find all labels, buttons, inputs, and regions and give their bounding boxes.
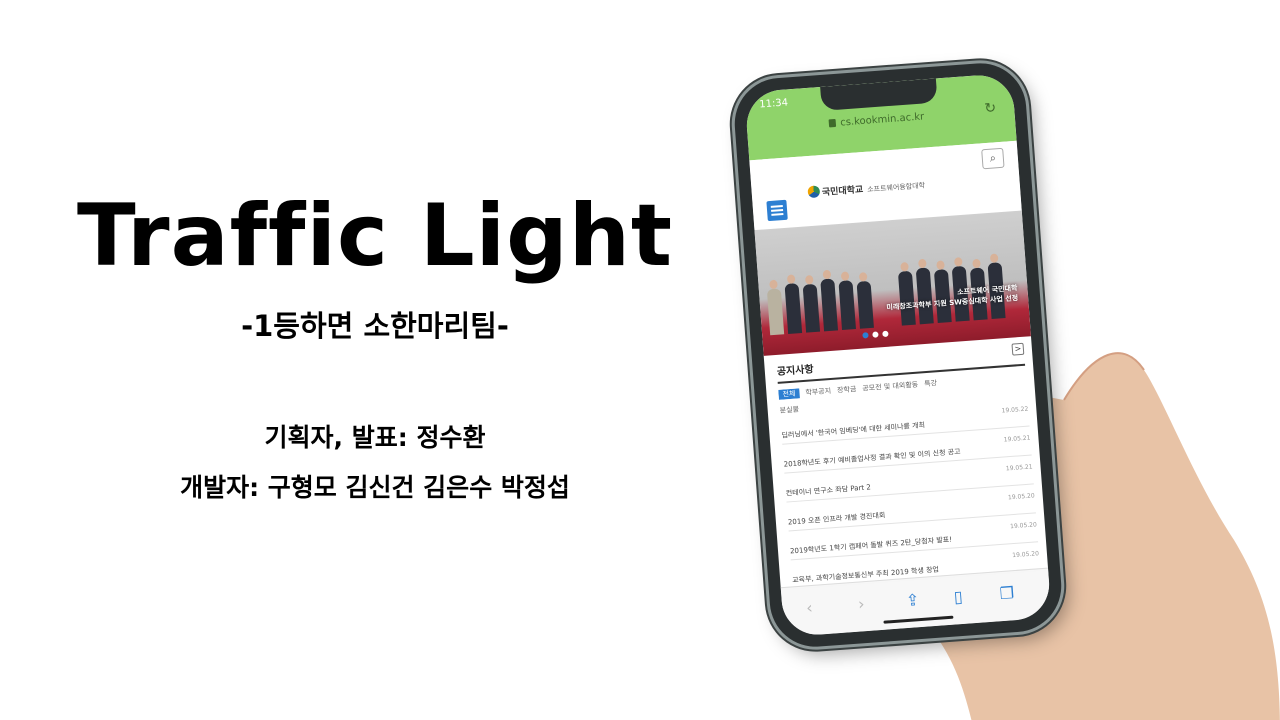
tab-all[interactable]: 전체 xyxy=(778,388,800,400)
slide-text: Traffic Light -1등하면 소한마리팀- 기획자, 발표: 정수환 … xyxy=(0,0,760,720)
reload-icon[interactable]: ↻ xyxy=(984,100,997,117)
carousel-dots[interactable] xyxy=(862,321,893,342)
home-indicator xyxy=(883,615,954,624)
carousel-dot[interactable] xyxy=(872,331,879,338)
logo-mark-icon xyxy=(807,185,821,199)
logo-subtitle: 소프트웨어융합대학 xyxy=(866,181,926,194)
tab-contest[interactable]: 공모전 및 대외활동 xyxy=(862,381,918,393)
smartphone: 11:34 cs.kookmin.ac.kr ↻ ⌕ 국민대학교 소프트웨어융합대… xyxy=(731,60,1065,650)
phone-screen: 11:34 cs.kookmin.ac.kr ↻ ⌕ 국민대학교 소프트웨어융합대… xyxy=(744,72,1052,638)
tab-department[interactable]: 학부공지 xyxy=(805,387,831,397)
share-icon[interactable]: ⇪ xyxy=(905,590,920,610)
tab-lecture[interactable]: 특강 xyxy=(924,379,937,388)
planner-credit: 기획자, 발표: 정수환 xyxy=(264,423,486,452)
lock-icon xyxy=(829,118,837,128)
phone-in-hand-image: 11:34 cs.kookmin.ac.kr ↻ ⌕ 국민대학교 소프트웨어융합대… xyxy=(731,60,1280,720)
notice-board: 공지사항 > 전체 학부공지 장학금 공모전 및 대외활동 특강 분실물 19.05.2… xyxy=(776,342,1041,590)
site-logo[interactable]: 국민대학교 소프트웨어융합대학 xyxy=(807,178,925,200)
tabs-icon[interactable]: ❐ xyxy=(999,583,1015,603)
slide-title: Traffic Light xyxy=(76,186,674,286)
search-icon[interactable]: ⌕ xyxy=(981,147,1005,170)
developers-credit: 개발자: 구형모 김신건 김은수 박정섭 xyxy=(180,473,570,502)
status-time: 11:34 xyxy=(758,97,789,111)
chevron-right-icon[interactable]: > xyxy=(1011,342,1025,356)
back-icon[interactable]: ‹ xyxy=(806,598,814,617)
slide-subtitle: -1등하면 소한마리팀- xyxy=(241,309,509,343)
carousel-dot[interactable] xyxy=(882,330,889,338)
hero-banner[interactable]: 소프트웨어 국민대학 미래창조과학부 지원 SW중심대학 사업 선정 xyxy=(754,210,1031,356)
tab-lost-found[interactable]: 분실물 xyxy=(779,405,799,414)
url-field[interactable]: cs.kookmin.ac.kr xyxy=(787,108,967,132)
bookmarks-icon[interactable]: ▯ xyxy=(953,587,963,607)
carousel-dot[interactable] xyxy=(862,332,869,339)
url-text: cs.kookmin.ac.kr xyxy=(839,111,925,129)
forward-icon[interactable]: › xyxy=(857,594,865,613)
tab-scholarship[interactable]: 장학금 xyxy=(837,385,857,394)
logo-text: 국민대학교 xyxy=(821,185,864,199)
hamburger-menu-icon[interactable] xyxy=(766,199,788,222)
